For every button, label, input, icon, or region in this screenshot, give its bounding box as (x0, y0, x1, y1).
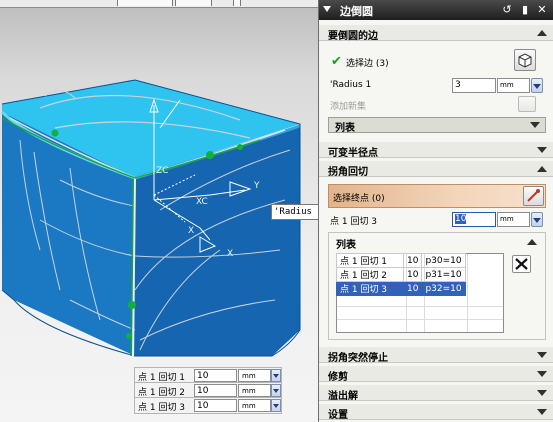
table-cell: 点 1 回切 1 (336, 253, 404, 268)
floating-setback-unit[interactable]: mm (238, 384, 271, 397)
table-cell: 点 1 回切 3 (336, 281, 404, 296)
section-header-variable-radius[interactable]: 可变半径点 (319, 142, 553, 159)
select-endpoint-row[interactable]: 选择终点 (0) (328, 184, 546, 208)
radius-dropdown-icon[interactable] (531, 78, 543, 93)
add-new-set-label[interactable]: 添加新集 (330, 99, 366, 112)
floating-setback-value[interactable]: 10 (194, 384, 237, 397)
dialog-title: 边倒圆 (340, 5, 373, 18)
table-cell: 10 (402, 253, 423, 268)
chevron-down-icon[interactable] (537, 349, 547, 358)
collapse-icon[interactable] (323, 6, 331, 12)
reset-icon[interactable]: ↺ (500, 3, 514, 17)
table-row-selected[interactable]: 点 1 回切 3 10 p32=10 (336, 281, 467, 296)
chevron-down-icon[interactable] (530, 119, 540, 128)
cube-edge-icon (518, 53, 532, 68)
floating-setback-value[interactable]: 10 (194, 399, 237, 412)
table-cell: 点 1 回切 2 (336, 267, 404, 282)
chevron-up-icon[interactable] (537, 27, 547, 36)
floating-setback-label: 点 1 回切 3 (138, 403, 186, 413)
dropdown-arrow-icon[interactable] (271, 369, 281, 382)
radius-unit-select[interactable]: mm (497, 78, 530, 93)
edge-handle (126, 333, 132, 339)
section-title: 拐角突然停止 (328, 353, 388, 364)
add-new-set-icon[interactable] (518, 96, 536, 112)
setback-input[interactable]: 10 (452, 212, 496, 227)
setback-table[interactable]: 点 1 回切 1 10 p30=10 点 1 回切 2 10 p31=10 点 … (336, 253, 467, 296)
section-title: 设置 (328, 410, 348, 421)
chevron-up-icon[interactable] (527, 236, 537, 245)
radius-label: 'Radius 1 (330, 80, 372, 90)
chevron-down-icon[interactable] (537, 144, 547, 153)
section-header-overflow[interactable]: 溢出解 (319, 385, 553, 402)
section-title: 可变半径点 (328, 148, 378, 159)
radius-tooltip: 'Radius 1= (271, 204, 323, 220)
section-title: 要倒圆的边 (328, 31, 378, 42)
table-cell: p30=10 (421, 253, 467, 268)
section-title: 拐角回切 (328, 167, 368, 178)
edge-list-toggle[interactable]: 列表 (328, 117, 546, 134)
table-cell: 10 (402, 267, 423, 282)
remove-row-button[interactable] (512, 255, 531, 273)
section-header-settings[interactable]: 设置 (319, 404, 553, 421)
edge-handle (237, 144, 243, 150)
table-row[interactable]: 点 1 回切 2 10 p31=10 (336, 267, 467, 282)
table-cell: p31=10 (421, 267, 467, 282)
dropdown-arrow-icon[interactable] (271, 399, 281, 412)
setback-label: 点 1 回切 3 (330, 217, 378, 227)
floating-setback-field-3[interactable]: 点 1 回切 3 10 mm (134, 397, 282, 414)
close-icon[interactable]: ✕ (535, 3, 549, 17)
axis-label-xc: XC (196, 197, 208, 207)
setback-dropdown-icon[interactable] (531, 212, 543, 227)
floating-setback-value[interactable]: 10 (194, 369, 237, 382)
section-header-corner-setback[interactable]: 拐角回切 (319, 161, 553, 178)
endpoint-select-icon[interactable] (523, 186, 544, 206)
chevron-down-icon[interactable] (537, 387, 547, 396)
checkmark-icon: ✔ (331, 54, 342, 69)
dropdown-arrow-icon[interactable] (271, 384, 281, 397)
select-edge-label[interactable]: 选择边 (3) (346, 56, 389, 69)
floating-setback-unit[interactable]: mm (238, 369, 271, 382)
edge-handle (128, 301, 136, 309)
table-cell: p32=10 (421, 281, 467, 296)
table-cell: 10 (402, 281, 423, 296)
table-row[interactable]: 点 1 回切 1 10 p30=10 (336, 253, 467, 268)
list-label: 列表 (335, 123, 355, 134)
edge-handle (206, 151, 214, 159)
axis-label-x2: X (227, 249, 234, 259)
delete-x-icon (515, 258, 528, 270)
list-label: 列表 (336, 240, 356, 251)
floating-setback-unit[interactable]: mm (238, 399, 271, 412)
edge-blend-dialog: 边倒圆 ↺ ▮ ✕ 要倒圆的边 ✔ 选择边 (3) 'Radius 1 3 mm… (318, 0, 553, 422)
chevron-down-icon[interactable] (537, 368, 547, 377)
section-title: 溢出解 (328, 391, 358, 402)
section-header-stop-short[interactable]: 拐角突然停止 (319, 347, 553, 364)
axis-label-y: Y (254, 181, 260, 191)
chevron-down-icon[interactable] (537, 406, 547, 415)
section-header-trim[interactable]: 修剪 (319, 366, 553, 383)
section-header-edges[interactable]: 要倒圆的边 (319, 25, 553, 42)
radius-input[interactable]: 3 (452, 78, 496, 93)
dialog-titlebar[interactable]: 边倒圆 ↺ ▮ ✕ (319, 0, 553, 20)
axis-label-x: X (188, 226, 195, 236)
pin-icon[interactable]: ▮ (518, 3, 532, 17)
axis-label-zc: ZC (156, 166, 169, 176)
chevron-up-icon[interactable] (537, 163, 547, 172)
select-endpoint-label: 选择终点 (0) (333, 194, 385, 204)
edge-selection-button[interactable] (514, 49, 536, 71)
section-title: 修剪 (328, 372, 348, 383)
setback-unit-select[interactable]: mm (497, 212, 530, 227)
edge-handle (51, 129, 59, 137)
